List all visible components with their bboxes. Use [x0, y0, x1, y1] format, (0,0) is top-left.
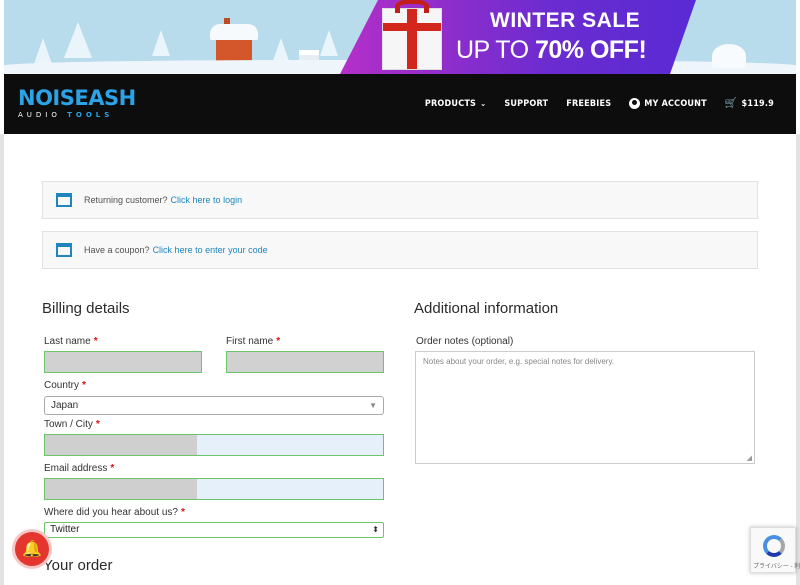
town-city-label: Town / City *: [44, 419, 100, 430]
sale-subtitle-prefix: UP TO: [456, 36, 535, 64]
nav-freebies[interactable]: FREEBIES: [566, 99, 611, 109]
nav-support[interactable]: SUPPORT: [504, 99, 548, 109]
last-name-field[interactable]: [44, 351, 202, 373]
logo-text-ash: ASH: [88, 86, 136, 110]
site-header: NOISEASH AUDIO TOOLS PRODUCTS ⌄ SUPPORT F…: [4, 74, 796, 134]
returning-customer-notice: Returning customer? Click here to login: [42, 181, 758, 219]
nav-support-label: SUPPORT: [504, 98, 549, 109]
required-mark: *: [95, 419, 100, 430]
tree-illustration: [64, 22, 92, 58]
country-value: Japan: [51, 400, 79, 411]
cart-total: $119.9: [741, 98, 774, 109]
billing-details-heading: Billing details: [42, 300, 130, 317]
recaptcha-icon: [763, 535, 785, 557]
login-link[interactable]: Click here to login: [171, 195, 243, 205]
coupon-text: Have a coupon?: [84, 245, 150, 255]
recaptcha-badge[interactable]: プライバシー - 利用規約: [750, 527, 800, 573]
nav-products[interactable]: PRODUCTS ⌄: [425, 99, 486, 109]
order-notes-textarea[interactable]: Notes about your order, e.g. special not…: [415, 351, 755, 464]
nav-freebies-label: FREEBIES: [566, 98, 612, 109]
country-label: Country *: [44, 380, 86, 391]
tree-illustration: [152, 30, 170, 56]
nav-products-label: PRODUCTS: [424, 98, 477, 109]
first-name-label: First name *: [226, 336, 280, 347]
order-notes-placeholder: Notes about your order, e.g. special not…: [423, 357, 615, 366]
cart-icon: 🛒: [724, 98, 738, 109]
country-label-text: Country: [44, 380, 80, 391]
noiseash-logo[interactable]: NOISEASH AUDIO TOOLS: [18, 86, 136, 119]
snowman-illustration: [712, 44, 746, 68]
bell-icon: 🔔: [22, 541, 42, 558]
required-mark: *: [110, 463, 115, 474]
winter-sale-banner[interactable]: WINTER SALE UP TO 70% OFF!: [4, 0, 796, 74]
window-icon: [56, 193, 72, 207]
house-roof: [210, 24, 258, 40]
notification-bell-button[interactable]: 🔔: [15, 532, 49, 566]
town-city-field[interactable]: [44, 434, 384, 456]
nav-my-account[interactable]: MY ACCOUNT: [629, 98, 707, 109]
last-name-label-text: Last name: [44, 336, 91, 347]
order-notes-label: Order notes (optional): [416, 336, 514, 347]
hear-about-us-value: Twitter: [50, 524, 80, 535]
hear-about-us-label: Where did you hear about us? *: [44, 507, 185, 518]
stepper-arrows-icon: ⬍: [372, 525, 379, 534]
logo-text-tools: TOOLS: [67, 111, 114, 119]
logo-text-noise: NOISE: [18, 86, 89, 110]
email-label: Email address *: [44, 463, 114, 474]
user-icon: [629, 98, 641, 109]
sale-title: WINTER SALE: [490, 9, 641, 32]
tree-illustration: [320, 30, 338, 56]
nav-cart[interactable]: 🛒 $119.9: [725, 98, 774, 109]
coupon-notice: Have a coupon? Click here to enter your …: [42, 231, 758, 269]
dropdown-arrow-icon: ▼: [369, 401, 377, 410]
page-edge-left: [0, 134, 4, 585]
returning-customer-text: Returning customer?: [84, 195, 168, 205]
hear-about-us-select[interactable]: Twitter ⬍: [44, 522, 384, 538]
recaptcha-privacy-text[interactable]: プライバシー - 利用規約: [753, 561, 800, 570]
first-name-field[interactable]: [226, 351, 384, 373]
tree-illustration: [34, 38, 52, 64]
your-order-heading: Your order: [43, 557, 113, 574]
town-city-label-text: Town / City: [44, 419, 93, 430]
email-field[interactable]: [44, 478, 384, 500]
hear-about-us-label-text: Where did you hear about us?: [44, 507, 178, 518]
required-mark: *: [276, 336, 281, 347]
coupon-link[interactable]: Click here to enter your code: [153, 245, 268, 255]
nav-my-account-label: MY ACCOUNT: [644, 98, 707, 109]
sale-subtitle-discount: 70% OFF!: [534, 36, 647, 64]
additional-info-heading: Additional information: [414, 300, 559, 317]
required-mark: *: [93, 336, 98, 347]
required-mark: *: [180, 507, 185, 518]
last-name-label: Last name *: [44, 336, 98, 347]
chevron-down-icon: ⌄: [480, 99, 487, 108]
gift-box-icon: [382, 0, 442, 70]
required-mark: *: [82, 380, 86, 391]
window-icon: [56, 243, 72, 257]
resize-handle-icon[interactable]: ◢: [747, 454, 752, 462]
country-select[interactable]: Japan ▼: [44, 396, 384, 415]
page-edge-right: [796, 134, 800, 585]
logo-text-audio: AUDIO: [18, 111, 68, 119]
email-label-text: Email address: [44, 463, 108, 474]
first-name-label-text: First name: [226, 336, 274, 347]
sale-subtitle: UP TO 70% OFF!: [456, 36, 647, 65]
main-nav: PRODUCTS ⌄ SUPPORT FREEBIES MY ACCOUNT 🛒 $…: [425, 98, 774, 109]
